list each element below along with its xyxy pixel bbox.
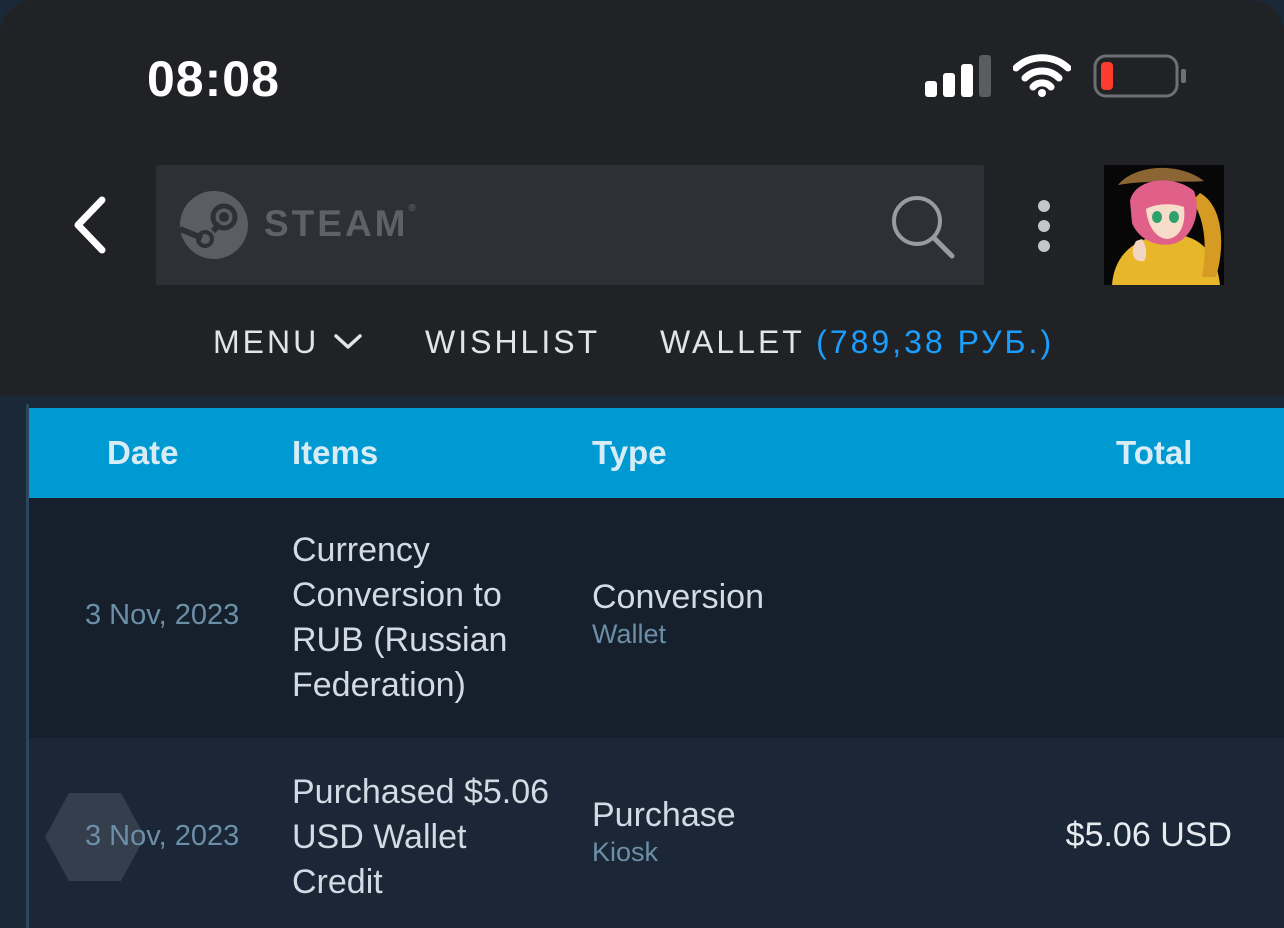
table-row[interactable]: 3 Nov, 2023 Currency Conversion to RUB (… bbox=[29, 498, 1284, 738]
row-items: Purchased $5.06 USD Wallet Credit bbox=[292, 773, 550, 901]
row-total: $5.06 USD bbox=[1065, 816, 1232, 854]
search-icon[interactable] bbox=[890, 194, 956, 260]
wishlist-link[interactable]: WISHLIST bbox=[425, 324, 600, 364]
row-date: 3 Nov, 2023 bbox=[85, 599, 240, 631]
row-type: Purchase Kiosk bbox=[592, 796, 736, 868]
column-header-total: Total bbox=[1116, 434, 1193, 471]
steam-wordmark: STEAM® bbox=[264, 203, 416, 244]
cellular-signal-icon bbox=[925, 55, 993, 97]
search-bar[interactable]: STEAM® bbox=[156, 165, 984, 285]
menu-label: MENU bbox=[213, 324, 320, 360]
app-header: 08:08 STEAM® MENU WISHLIST WALLET (789,3… bbox=[0, 0, 1284, 396]
back-button[interactable] bbox=[64, 190, 120, 260]
row-date: 3 Nov, 2023 bbox=[85, 820, 240, 852]
column-header-type: Type bbox=[592, 434, 667, 471]
battery-low-icon bbox=[1093, 54, 1186, 98]
steam-logo-icon bbox=[180, 191, 248, 259]
wallet-label: WALLET bbox=[660, 324, 805, 360]
menu-button[interactable]: MENU bbox=[213, 324, 362, 364]
more-options-icon[interactable] bbox=[1030, 198, 1058, 254]
wallet-balance: (789,38 РУБ.) bbox=[816, 324, 1055, 360]
row-items: Currency Conversion to RUB (Russian Fede… bbox=[292, 531, 508, 704]
table-header: Date Items Type Total bbox=[29, 408, 1284, 498]
row-type-source: Kiosk bbox=[592, 837, 659, 867]
row-type-label: Purchase bbox=[592, 796, 736, 834]
column-header-date: Date bbox=[107, 434, 179, 471]
column-header-items: Items bbox=[292, 434, 379, 471]
avatar-image bbox=[1104, 165, 1224, 285]
user-avatar[interactable] bbox=[1104, 165, 1224, 285]
wifi-icon bbox=[1013, 54, 1071, 97]
row-type-source: Wallet bbox=[592, 619, 667, 649]
chevron-down-icon bbox=[334, 334, 362, 349]
wallet-link[interactable]: WALLET (789,38 РУБ.) bbox=[660, 324, 1054, 364]
status-time: 08:08 bbox=[147, 51, 280, 107]
row-type: Conversion Wallet bbox=[592, 578, 764, 650]
row-type-label: Conversion bbox=[592, 578, 764, 616]
